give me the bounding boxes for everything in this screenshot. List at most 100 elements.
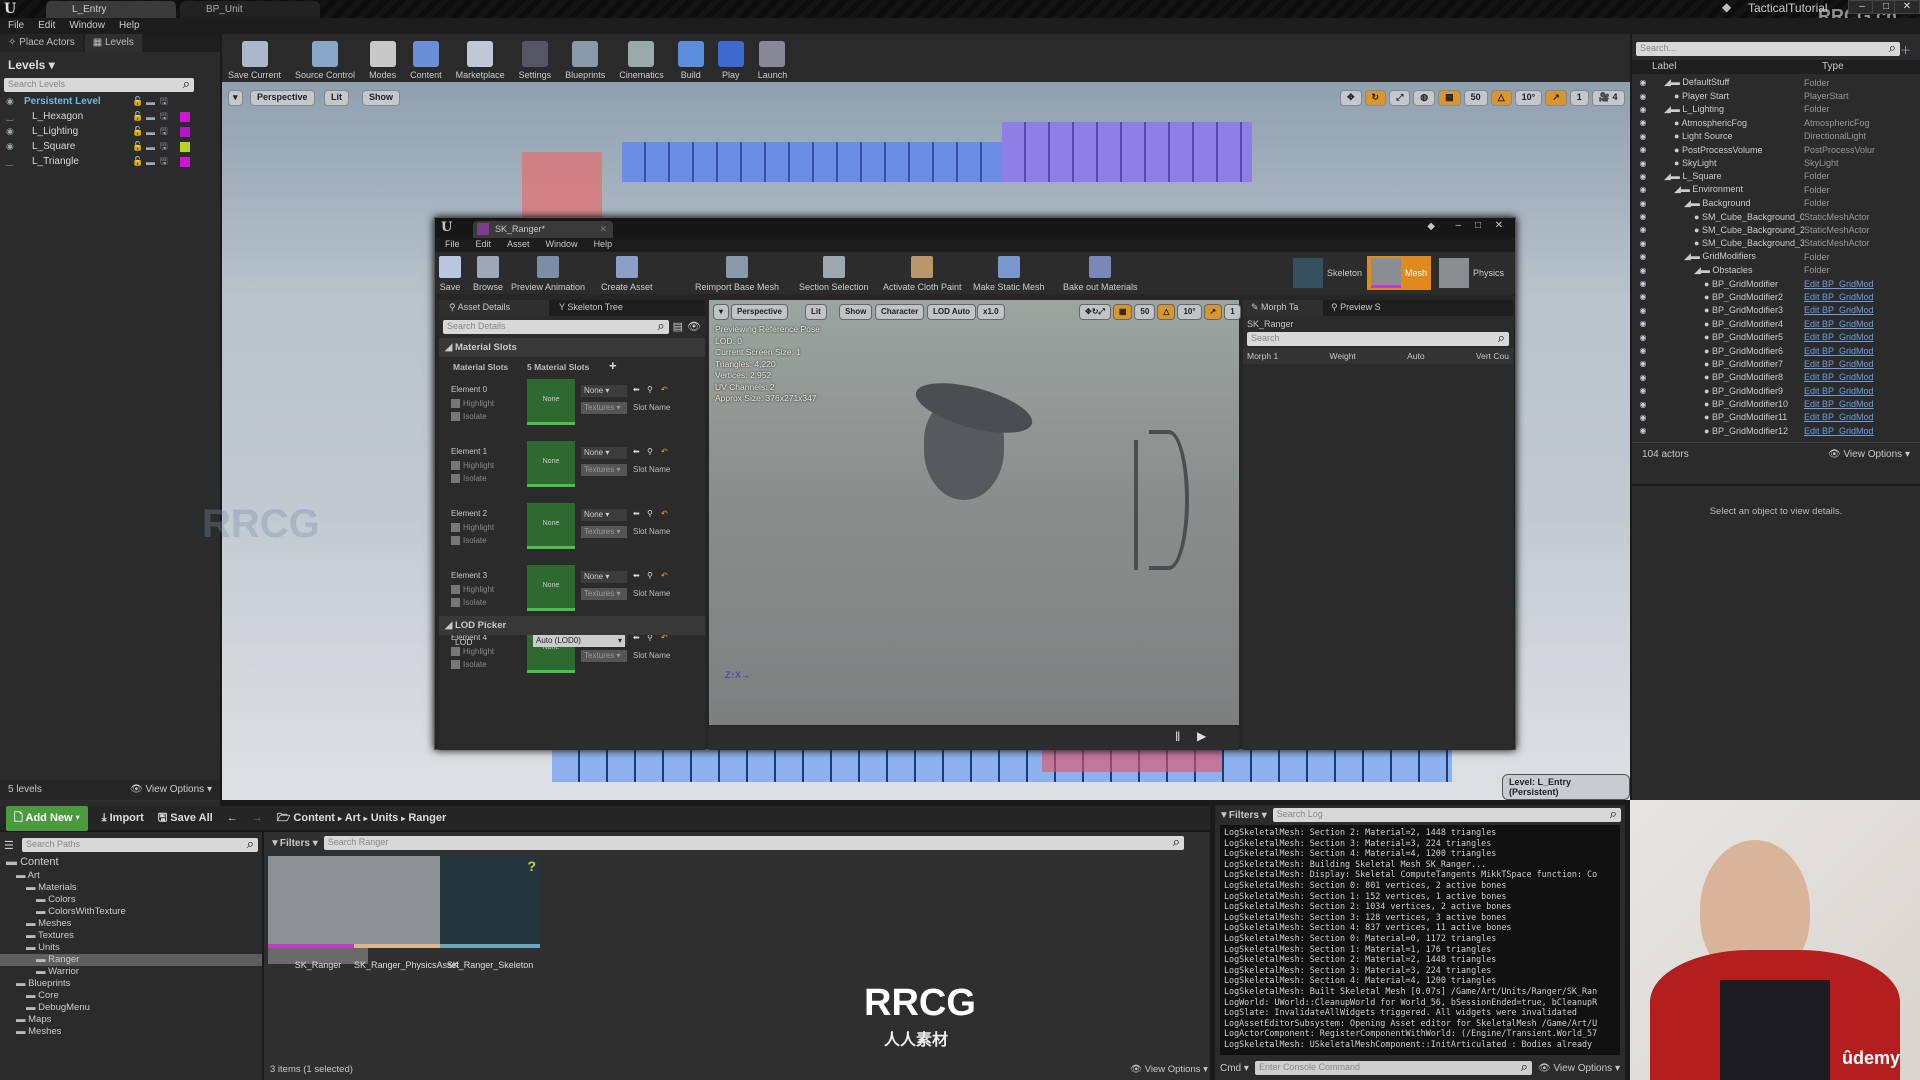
actor-type[interactable]: Edit BP_GridMod <box>1804 319 1904 329</box>
use-selected-arrow-icon[interactable]: ⬅ <box>633 447 640 456</box>
editor-menu-edit[interactable]: Edit <box>476 239 492 251</box>
actor-type[interactable]: Edit BP_GridMod <box>1804 412 1904 422</box>
outliner-row[interactable]: ◉ ● PostProcessVolume PostProcessVolur <box>1632 143 1920 156</box>
folder-tree-item[interactable]: ▬ Textures <box>0 930 262 942</box>
outliner-row[interactable]: ◉ ● Player Start PlayerStart <box>1632 89 1920 102</box>
gamepad-icon[interactable]: ▬ <box>146 97 160 107</box>
highlight-checkbox[interactable]: Highlight <box>451 461 494 471</box>
toolbar-button-save-current[interactable]: Save Current <box>228 41 281 80</box>
log-filters-button[interactable]: ▼Filters ▾ <box>1219 810 1267 821</box>
tab-asset-details[interactable]: ⚲ Asset Details <box>439 300 549 316</box>
breadcrumb-item[interactable]: Art <box>345 812 361 824</box>
rotate-tool-icon[interactable]: ↻ <box>1364 90 1387 106</box>
actor-type[interactable]: Edit BP_GridMod <box>1804 346 1904 356</box>
outliner-row[interactable]: ◉ ● SM_Cube_Background_3 StaticMeshActor <box>1632 237 1920 250</box>
lock-icon[interactable]: 🔓 <box>132 156 146 167</box>
perspective-button[interactable]: Perspective <box>731 304 788 320</box>
toolbar-button-blueprints[interactable]: Blueprints <box>565 41 605 80</box>
close-button[interactable]: ✕ <box>1894 0 1920 14</box>
visibility-eye-icon[interactable]: ◉ <box>1632 212 1654 221</box>
visibility-eye-icon[interactable]: ◉ <box>6 126 24 137</box>
outliner-row[interactable]: ◉ ● BP_GridModifier5 Edit BP_GridMod <box>1632 330 1920 343</box>
reset-icon[interactable]: ↶ <box>661 385 668 394</box>
morph-column-header[interactable]: Vert Cou <box>1476 351 1509 361</box>
import-button[interactable]: ⤓ Import <box>102 812 144 825</box>
actor-type[interactable]: Edit BP_GridMod <box>1804 386 1904 396</box>
outliner-row[interactable]: ◉ ◢▬ Environment Folder <box>1632 183 1920 196</box>
reset-icon[interactable]: ↶ <box>661 509 668 518</box>
editor-toolbar-browse[interactable]: Browse <box>473 256 503 292</box>
mode-mesh[interactable]: Mesh <box>1367 256 1432 290</box>
folder-tree-item[interactable]: ▬ Materials <box>0 882 262 894</box>
outliner-row[interactable]: ◉ ● SM_Cube_Background_2 StaticMeshActor <box>1632 223 1920 236</box>
gamepad-icon[interactable]: ▬ <box>146 127 160 137</box>
editor-toolbar-make-static-mesh[interactable]: Make Static Mesh <box>973 256 1045 292</box>
actor-type[interactable]: Edit BP_GridMod <box>1804 359 1904 369</box>
highlight-checkbox[interactable]: Highlight <box>451 523 494 533</box>
outliner-row[interactable]: ◉ ◢▬ DefaultStuff Folder <box>1632 76 1920 89</box>
lock-icon[interactable]: 🔓 <box>132 141 146 152</box>
toolbar-button-launch[interactable]: Launch <box>758 41 787 80</box>
mesh-preview-viewport[interactable]: ▾ Perspective Lit Show Character LOD Aut… <box>709 300 1260 725</box>
toolbar-button-build[interactable]: Build <box>677 41 704 80</box>
material-thumbnail[interactable]: None <box>527 503 575 549</box>
outliner-search-input[interactable]: Search... <box>1636 40 1900 56</box>
step-forward-button[interactable]: ▶ <box>1197 729 1206 743</box>
toolbar-button-marketplace[interactable]: Marketplace <box>456 41 505 80</box>
level-color-swatch[interactable] <box>180 126 190 137</box>
editor-toolbar-bake-out-materials[interactable]: Bake out Materials <box>1063 256 1138 292</box>
outliner-row[interactable]: ◉ ◢▬ GridModifiers Folder <box>1632 250 1920 263</box>
asset-tile[interactable]: ? SK_Ranger_Skeleton <box>440 856 540 970</box>
editor-menu-asset[interactable]: Asset <box>507 239 530 251</box>
outliner-row[interactable]: ◉ ● BP_GridModifier10 Edit BP_GridMod <box>1632 397 1920 410</box>
scale-snap-icon[interactable]: ↗ <box>1545 90 1567 106</box>
actor-type[interactable]: Edit BP_GridMod <box>1804 426 1904 436</box>
textures-dropdown[interactable]: Textures ▾ <box>581 650 627 662</box>
save-icon[interactable]: 🖫 <box>160 109 174 125</box>
visibility-eye-icon[interactable]: ‿ <box>6 111 24 122</box>
save-icon[interactable]: 🖫 <box>160 124 174 140</box>
visibility-eye-icon[interactable]: ◉ <box>1632 252 1654 261</box>
minimize-button[interactable]: – <box>1455 220 1461 231</box>
transform-tools-icon[interactable]: ✥↻⤢ <box>1079 304 1111 320</box>
add-slot-button[interactable]: + <box>609 358 617 373</box>
source-control-icon[interactable]: ◆ <box>1427 221 1435 232</box>
reset-icon[interactable]: ↶ <box>661 447 668 456</box>
maximize-button[interactable]: □ <box>1475 220 1481 231</box>
search-paths-input[interactable]: Search Paths <box>22 836 258 852</box>
menu-edit[interactable]: Edit <box>38 20 55 32</box>
gamepad-icon[interactable]: ▬ <box>146 142 160 152</box>
isolate-checkbox[interactable]: Isolate <box>451 474 487 484</box>
filters-button[interactable]: ▼Filters ▾ <box>270 838 318 849</box>
visibility-eye-icon[interactable]: ◉ <box>1632 105 1654 114</box>
outliner-row[interactable]: ◉ ◢▬ Background Folder <box>1632 197 1920 210</box>
grid-snap-icon[interactable]: ▦ <box>1112 304 1133 320</box>
material-dropdown[interactable]: None ▾ <box>581 385 627 397</box>
grid-snap-icon[interactable]: ▦ <box>1438 90 1461 106</box>
visibility-eye-icon[interactable]: ◉ <box>1632 413 1654 422</box>
outliner-row[interactable]: ◉ ● BP_GridModifier7 Edit BP_GridMod <box>1632 357 1920 370</box>
rotation-snap-value[interactable]: 10° <box>1177 304 1202 320</box>
level-color-swatch[interactable] <box>180 111 190 122</box>
isolate-checkbox[interactable]: Isolate <box>451 536 487 546</box>
editor-toolbar-section-selection[interactable]: Section Selection <box>799 256 869 292</box>
visibility-eye-icon[interactable]: ◉ <box>6 141 24 152</box>
search-details-input[interactable]: Search Details <box>443 318 669 334</box>
outliner-row[interactable]: ◉ ● BP_GridModifier9 Edit BP_GridMod <box>1632 384 1920 397</box>
save-icon[interactable]: 🖫 <box>160 154 174 170</box>
folder-tree-item[interactable]: ▬ Units <box>0 942 262 954</box>
grid-snap-value[interactable]: 50 <box>1134 304 1156 320</box>
outliner-row[interactable]: ◉ ● BP_GridModifier Edit BP_GridMod <box>1632 277 1920 290</box>
breadcrumb-item[interactable]: Ranger <box>408 812 446 824</box>
outliner-row[interactable]: ◉ ● BP_GridModifier12 Edit BP_GridMod <box>1632 424 1920 437</box>
visibility-eye-icon[interactable]: ◉ <box>1632 78 1654 87</box>
cmd-button[interactable]: Cmd ▾ <box>1220 1063 1249 1074</box>
material-dropdown[interactable]: None ▾ <box>581 509 627 521</box>
morph-column-header[interactable]: Auto <box>1407 351 1425 361</box>
outliner-row[interactable]: ◉ ● SkyLight SkyLight <box>1632 156 1920 169</box>
outliner-row[interactable]: ◉ ● BP_GridModifier4 Edit BP_GridMod <box>1632 317 1920 330</box>
tab-sk-ranger[interactable]: SK_Ranger* ✕ <box>473 221 613 238</box>
mode-skeleton[interactable]: Skeleton <box>1289 256 1366 290</box>
rotation-snap-value[interactable]: 10° <box>1514 90 1543 106</box>
highlight-checkbox[interactable]: Highlight <box>451 585 494 595</box>
